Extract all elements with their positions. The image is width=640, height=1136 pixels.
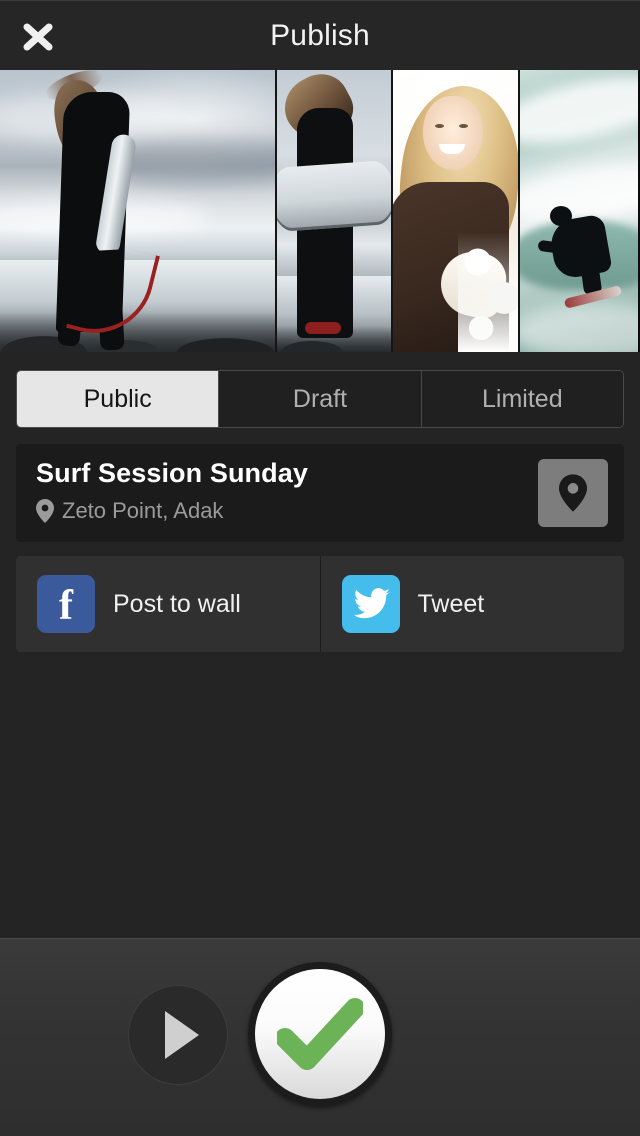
page-title: Publish <box>270 19 370 52</box>
segment-limited[interactable]: Limited <box>420 371 623 427</box>
post-details-card[interactable]: Surf Session Sunday Zeto Point, Adak <box>16 444 624 542</box>
share-facebook-button[interactable]: f Post to wall <box>16 556 320 652</box>
header-bar: Publish <box>0 0 640 70</box>
facebook-glyph: f <box>59 583 73 629</box>
photo-thumbnail[interactable] <box>518 70 638 352</box>
post-location-label: Zeto Point, Adak <box>62 498 224 523</box>
close-button[interactable] <box>10 11 66 63</box>
twitter-bird-icon <box>353 588 390 619</box>
confirm-publish-button[interactable] <box>248 962 392 1106</box>
share-facebook-label: Post to wall <box>113 589 241 618</box>
close-icon <box>23 23 53 51</box>
photo-thumbnail[interactable] <box>0 70 275 352</box>
social-share-row: f Post to wall Tweet <box>16 556 624 652</box>
play-icon <box>165 1011 199 1059</box>
segment-public[interactable]: Public <box>17 371 219 427</box>
map-pin-icon <box>36 499 54 523</box>
visibility-segmented-control[interactable]: Public Draft Limited <box>16 370 624 428</box>
share-twitter-label: Tweet <box>417 589 485 618</box>
segment-draft[interactable]: Draft <box>218 371 421 427</box>
map-pin-icon <box>559 474 587 512</box>
photo-strip[interactable] <box>0 70 640 352</box>
post-location-row[interactable]: Zeto Point, Adak <box>36 498 223 524</box>
post-title[interactable]: Surf Session Sunday <box>36 458 308 489</box>
facebook-icon: f <box>37 575 95 633</box>
map-location-button[interactable] <box>538 459 608 527</box>
preview-play-button[interactable] <box>128 985 228 1085</box>
photo-thumbnail[interactable] <box>391 70 518 352</box>
twitter-icon <box>341 575 400 633</box>
publish-screen: Publish Public Draft Limited Surf Sessio… <box>0 0 640 1136</box>
photo-thumbnail[interactable] <box>275 70 391 352</box>
check-icon <box>277 998 363 1070</box>
share-twitter-button[interactable]: Tweet <box>319 556 625 652</box>
